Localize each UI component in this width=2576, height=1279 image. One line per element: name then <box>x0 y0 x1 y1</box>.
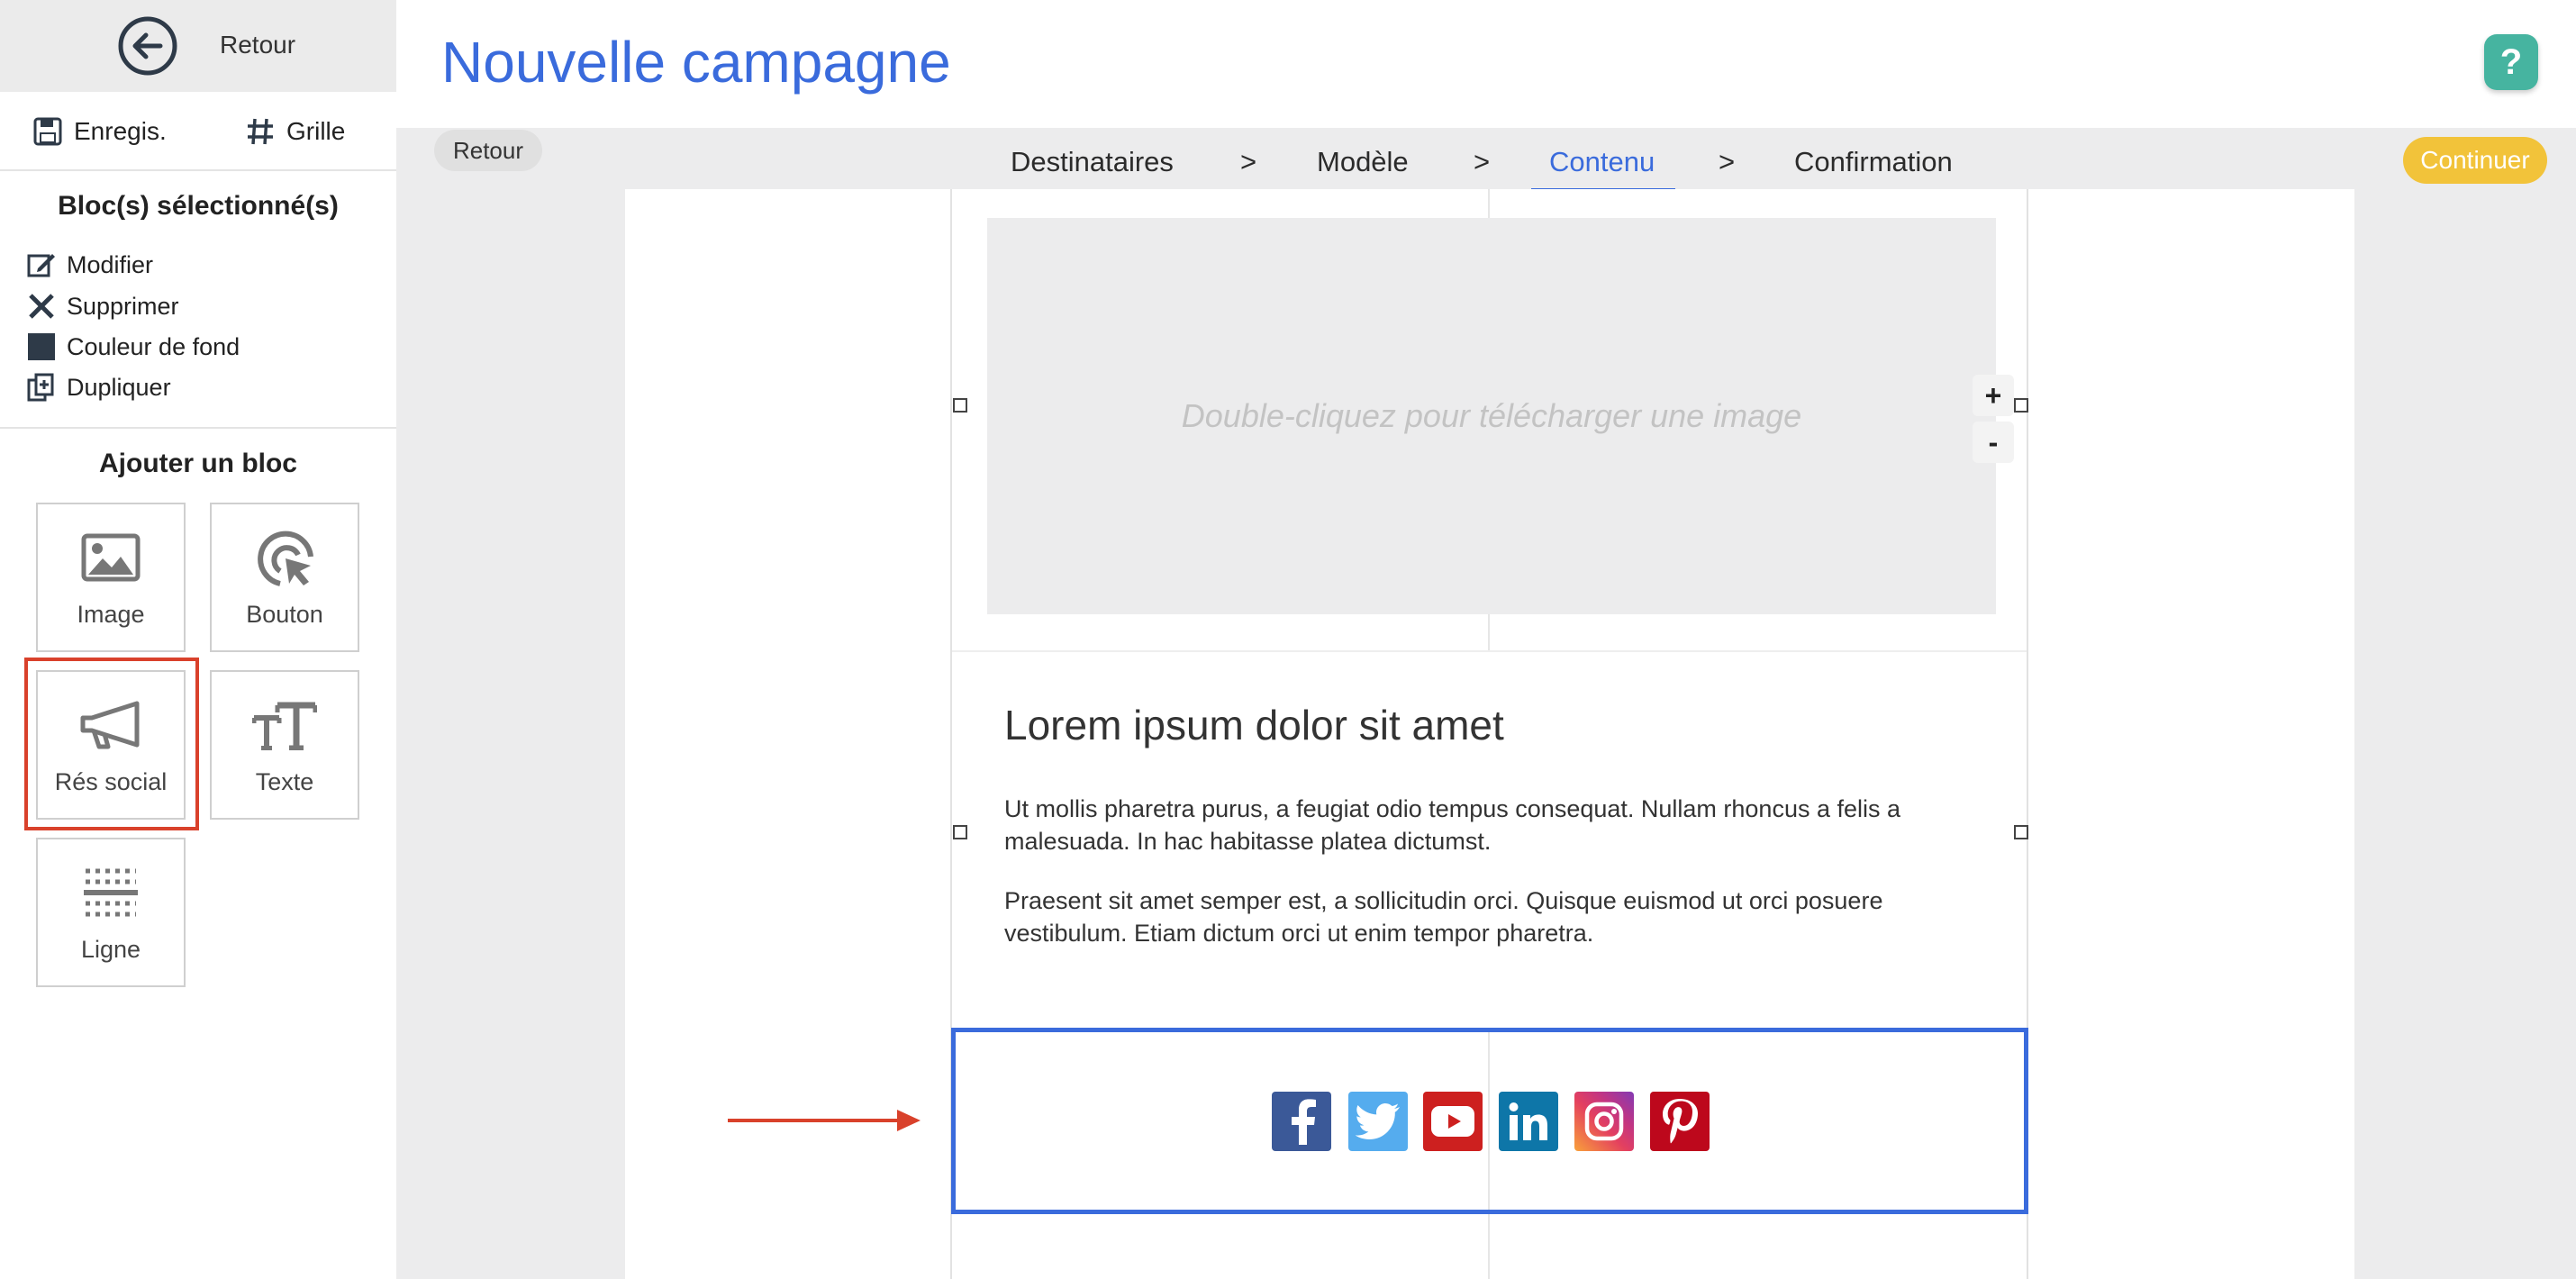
bg-color-label: Couleur de fond <box>67 332 240 360</box>
image-block-tile[interactable]: Image <box>36 503 186 652</box>
button-block-label: Bouton <box>246 601 323 628</box>
selected-blocks-title: Bloc(s) sélectionné(s) <box>58 191 339 221</box>
button-block-tile[interactable]: Bouton <box>210 503 359 652</box>
edit-icon <box>25 249 58 281</box>
text-block-paragraph-1: Ut mollis pharetra purus, a feugiat odio… <box>1004 795 1901 855</box>
modify-label: Modifier <box>67 250 154 278</box>
social-block-selected[interactable] <box>951 1028 2028 1214</box>
sidebar: Retour Enregis. Grille Bloc(s) sélection… <box>0 0 396 1279</box>
divider-line-icon <box>38 861 184 924</box>
image-placeholder-text: Double-cliquez pour télécharger une imag… <box>1181 397 1802 434</box>
grid-label: Grille <box>286 117 346 145</box>
line-block-label: Ligne <box>80 936 141 963</box>
step-template[interactable]: Modèle <box>1317 146 1409 178</box>
step-confirmation[interactable]: Confirmation <box>1794 146 1953 178</box>
color-swatch-icon <box>25 331 58 363</box>
text-block-label: Texte <box>255 768 314 795</box>
text-size-icon <box>212 694 358 757</box>
delete-menu-item[interactable]: Supprimer <box>25 288 179 324</box>
modify-menu-item[interactable]: Modifier <box>25 247 153 283</box>
linkedin-icon[interactable] <box>1499 1092 1558 1151</box>
facebook-icon[interactable] <box>1272 1092 1331 1151</box>
click-target-icon <box>212 526 358 589</box>
save-label: Enregis. <box>74 117 167 145</box>
save-button[interactable]: Enregis. <box>32 112 167 151</box>
grid-button[interactable]: Grille <box>245 112 345 151</box>
resize-handle-left[interactable] <box>953 825 967 839</box>
youtube-icon[interactable] <box>1423 1092 1483 1151</box>
back-label[interactable]: Retour <box>220 31 295 59</box>
close-icon <box>25 290 58 322</box>
add-block-title: Ajouter un bloc <box>99 449 297 478</box>
twitter-icon[interactable] <box>1348 1092 1408 1151</box>
red-arrow-indicator <box>728 1110 921 1131</box>
zoom-in-button[interactable]: + <box>1973 375 2014 416</box>
resize-handle-left[interactable] <box>953 398 967 413</box>
step-separator: > <box>1240 146 1257 177</box>
back-pill-button[interactable]: Retour <box>434 130 542 171</box>
divider <box>0 169 396 171</box>
step-separator: > <box>1719 146 1736 177</box>
picture-icon <box>38 526 184 589</box>
step-recipients[interactable]: Destinataires <box>1011 146 1174 178</box>
zoom-out-button[interactable]: - <box>1973 422 2014 463</box>
delete-label: Supprimer <box>67 292 179 320</box>
pinterest-icon[interactable] <box>1650 1092 1710 1151</box>
image-placeholder[interactable]: Double-cliquez pour télécharger une imag… <box>987 218 1996 614</box>
duplicate-label: Dupliquer <box>67 373 171 401</box>
text-block-paragraph-2: Praesent sit amet semper est, a sollicit… <box>1004 887 1883 947</box>
instagram-icon[interactable] <box>1574 1092 1634 1151</box>
step-content[interactable]: Contenu <box>1549 146 1655 178</box>
help-button[interactable]: ? <box>2484 34 2538 90</box>
continue-button[interactable]: Continuer <box>2403 137 2547 184</box>
line-block-tile[interactable]: Ligne <box>36 838 186 987</box>
page-title: Nouvelle campagne <box>441 30 951 95</box>
bg-color-menu-item[interactable]: Couleur de fond <box>25 329 240 365</box>
text-block-heading: Lorem ipsum dolor sit amet <box>1004 702 1504 748</box>
divider <box>0 427 396 429</box>
text-block-tile[interactable]: Texte <box>210 670 359 820</box>
resize-handle-right[interactable] <box>2014 398 2028 413</box>
back-bar[interactable]: Retour <box>0 0 396 92</box>
floppy-disk-icon <box>33 117 62 146</box>
highlight-box <box>24 658 199 830</box>
duplicate-icon <box>25 371 58 404</box>
image-block-label: Image <box>77 601 145 628</box>
resize-handle-right[interactable] <box>2014 825 2028 839</box>
step-separator: > <box>1474 146 1491 177</box>
center-guide-line <box>1488 1032 1490 1210</box>
duplicate-menu-item[interactable]: Dupliquer <box>25 369 171 405</box>
back-arrow-icon[interactable] <box>117 15 178 77</box>
hash-grid-icon <box>248 118 273 145</box>
